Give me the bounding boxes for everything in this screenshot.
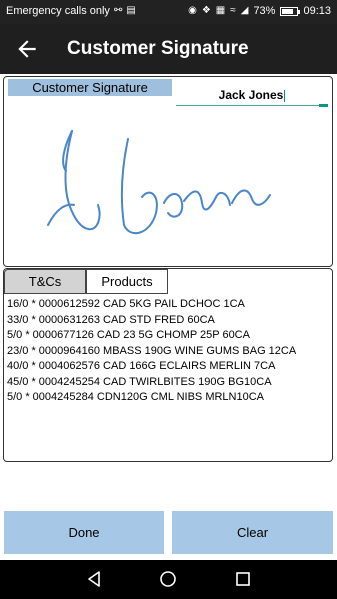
home-nav-icon[interactable]	[159, 570, 177, 588]
signal-icon: ◢	[240, 5, 249, 16]
wifi-icon: ≈	[230, 5, 236, 16]
text-handle[interactable]	[319, 104, 328, 107]
tab-products[interactable]: Products	[86, 269, 168, 294]
battery-percent: 73%	[253, 5, 276, 17]
list-item: 5/0 * 0004245284 CDN120G CML NIBS MRLN10…	[7, 391, 265, 403]
signature-stroke-o2	[163, 193, 184, 218]
customer-name-value: Jack Jones	[218, 88, 284, 102]
list-item: 5/0 * 0000677126 CAD 23 5G CHOMP 25P 60C…	[7, 329, 250, 341]
recents-nav-icon[interactable]	[234, 570, 252, 588]
battery-icon	[280, 6, 301, 16]
signature-stroke-o1	[120, 138, 158, 235]
list-item: 40/0 * 0004062576 CAD 166G ECLAIRS MERLI…	[7, 360, 276, 372]
text-cursor	[284, 89, 286, 102]
signature-stroke-e	[231, 189, 271, 206]
vibrate-icon: ▦	[215, 5, 226, 16]
arrow-left-icon[interactable]	[14, 36, 40, 62]
clear-button[interactable]: Clear	[172, 511, 333, 554]
signature-label: Customer Signature	[8, 79, 172, 96]
list-item: 23/0 * 0000964160 MBASS 190G WINE GUMS B…	[7, 344, 297, 357]
clock: 09:13	[303, 5, 331, 17]
list-item: 16/0 * 0000612592 CAD 5KG PAIL DCHOC 1CA	[7, 298, 245, 310]
list-item: 33/0 * 0000631263 CAD STD FRED 60CA	[7, 313, 215, 326]
status-bar: Emergency calls only ⚯ ▤ ◉ ❖ ▦ ≈ ◢ 73% 0…	[0, 0, 337, 24]
navigation-bar	[0, 560, 337, 599]
list-item: 45/0 * 0004245254 CAD TWIRLBITES 190G BG…	[7, 375, 272, 388]
location-icon: ◉	[188, 5, 197, 16]
signature-stroke-j	[64, 130, 101, 231]
signature-stroke-n	[183, 190, 231, 211]
done-button[interactable]: Done	[4, 511, 164, 554]
app-bar: Customer Signature	[0, 24, 337, 74]
back-nav-icon[interactable]	[85, 570, 103, 588]
sd-card-icon: ▤	[126, 5, 136, 16]
tab-panel: T&Cs Products 16/0 * 0000612592 CAD 5KG …	[3, 268, 333, 462]
bluetooth-icon: ❖	[201, 5, 211, 16]
carrier-text: Emergency calls only	[6, 5, 110, 17]
tab-tcs[interactable]: T&Cs	[4, 269, 86, 294]
signature-canvas[interactable]	[4, 117, 332, 267]
usb-icon: ⚯	[113, 5, 123, 16]
signature-panel: Customer Signature Jack Jones	[3, 76, 333, 267]
customer-name-input[interactable]: Jack Jones	[176, 85, 328, 107]
product-list: 16/0 * 0000612592 CAD 5KG PAIL DCHOC 1CA…	[7, 297, 329, 406]
page-title: Customer Signature	[67, 38, 249, 59]
